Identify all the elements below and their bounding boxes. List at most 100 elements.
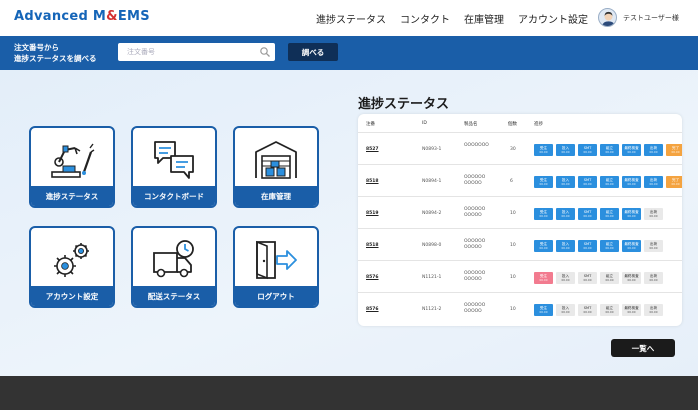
user-name[interactable]: テストユーザー様 [623, 13, 679, 23]
progress-status-title: 進捗ステータス [358, 97, 450, 112]
item-id: N1121-2 [422, 307, 442, 312]
progress-step: 最終検査 00.00 [622, 176, 641, 188]
progress-steps: 受注 00.00 投入 00.00 SMT 00.00 組立 00.00 最終検査 00.00 出荷… [534, 144, 682, 156]
progress-steps: 受注 00.00 投入 00.00 SMT 00.00 組立 00.00 最終検査 00.00 出荷… [534, 304, 663, 316]
order-number-input[interactable] [118, 43, 275, 61]
progress-steps: 受注 00.00 投入 00.00 SMT 00.00 組立 00.00 最終検査 00.00 出荷… [534, 208, 663, 220]
tile-contact-board[interactable]: コンタクトボード [131, 126, 217, 208]
tile-label: 在庫管理 [235, 186, 317, 206]
nav-inventory[interactable]: 在庫管理 [464, 11, 504, 26]
nav-account-settings[interactable]: アカウント設定 [518, 11, 588, 26]
table-row[interactable]: 8576 N1121-2 OOOOOO OOOOO 10 受注 00.00 投入 00.00 S… [358, 292, 682, 324]
tile-label: アカウント設定 [31, 286, 113, 306]
tile-label: ログアウト [235, 286, 317, 306]
progress-step: 組立 00.00 [600, 304, 619, 316]
product-name: OOOOOO OOOOO [464, 207, 486, 218]
item-id: N0898-0 [422, 243, 442, 248]
progress-step: 出荷 00.00 [644, 272, 663, 284]
brand-logo[interactable]: Advanced M&EMS [14, 9, 150, 24]
search-icon[interactable] [259, 46, 271, 58]
progress-steps: 受注 00.00 投入 00.00 SMT 00.00 組立 00.00 最終検査 00.00 出荷… [534, 176, 682, 188]
progress-step: 受注 00.00 [534, 272, 553, 284]
main-nav: 進捗ステータス コンタクト 在庫管理 アカウント設定 [316, 11, 588, 26]
progress-step: 受注 00.00 [534, 304, 553, 316]
progress-step: 投入 00.00 [556, 240, 575, 252]
tile-logout[interactable]: ログアウト [233, 226, 319, 308]
progress-step: SMT 00.00 [578, 304, 597, 316]
progress-step: SMT 00.00 [578, 208, 597, 220]
robot-arm-icon [51, 143, 95, 178]
order-number-link[interactable]: 8576 [366, 275, 379, 280]
progress-step: 最終検査 00.00 [622, 304, 641, 316]
progress-step: 投入 00.00 [556, 144, 575, 156]
view-list-button[interactable]: 一覧へ [611, 339, 675, 357]
site-footer [0, 376, 698, 410]
tile-label: 配送ステータス [133, 286, 215, 306]
progress-step: SMT 00.00 [578, 144, 597, 156]
product-name: OOOOOO OOOOO [464, 303, 486, 314]
tile-account-settings[interactable]: アカウント設定 [29, 226, 115, 308]
quantity: 10 [510, 243, 516, 248]
progress-step: 受注 00.00 [534, 240, 553, 252]
nav-progress-status[interactable]: 進捗ステータス [316, 11, 386, 26]
tile-progress-status[interactable]: 進捗ステータス [29, 126, 115, 208]
item-id: N1121-1 [422, 275, 442, 280]
tile-delivery-status[interactable]: 配送ステータス [131, 226, 217, 308]
quantity: 10 [510, 307, 516, 312]
quantity: 6 [510, 179, 513, 184]
tile-label: コンタクトボード [133, 186, 215, 206]
progress-step: SMT 00.00 [578, 240, 597, 252]
progress-step: 投入 00.00 [556, 272, 575, 284]
product-name: OOOOOO OOOOO [464, 271, 486, 282]
progress-step: 受注 00.00 [534, 144, 553, 156]
progress-step: 投入 00.00 [556, 176, 575, 188]
warehouse-icon [255, 141, 297, 179]
item-id: N0893-1 [422, 147, 442, 152]
table-row[interactable]: 8527 N0893-1 OOOOOOO 30 受注 00.00 投入 00.00 SMT 00.… [358, 132, 682, 164]
quantity: 30 [510, 147, 516, 152]
progress-step: 出荷 00.00 [644, 144, 663, 156]
delivery-truck-icon [153, 240, 194, 278]
progress-steps: 受注 00.00 投入 00.00 SMT 00.00 組立 00.00 最終検査 00.00 出荷… [534, 272, 663, 284]
table-row[interactable]: 8576 N1121-1 OOOOOO OOOOO 10 受注 00.00 投入 00.00 S… [358, 260, 682, 292]
progress-step: 出荷 00.00 [644, 304, 663, 316]
progress-step: 受注 00.00 [534, 176, 553, 188]
progress-step: 最終検査 00.00 [622, 272, 641, 284]
progress-step: 出荷 00.00 [644, 240, 663, 252]
logout-door-icon [256, 240, 297, 280]
progress-step: SMT 00.00 [578, 176, 597, 188]
gears-icon [54, 243, 89, 277]
item-id: N0894-1 [422, 179, 442, 184]
product-name: OOOOOO OOOOO [464, 175, 486, 186]
order-number-link[interactable]: 8518 [366, 179, 379, 184]
quantity: 10 [510, 211, 516, 216]
order-number-link[interactable]: 8519 [366, 211, 379, 216]
quantity: 10 [510, 275, 516, 280]
progress-step: SMT 00.00 [578, 272, 597, 284]
progress-step: 組立 00.00 [600, 208, 619, 220]
progress-status-panel: 注番 ID 製品名 個数 進捗 8527 N0893-1 OOOOOOO 30 受注 00… [358, 114, 682, 326]
site-header: Advanced M&EMS 進捗ステータス コンタクト 在庫管理 アカウント設… [0, 0, 698, 36]
table-row[interactable]: 8518 N0898-0 OOOOOO OOOOO 10 受注 00.00 投入 00.00 S… [358, 228, 682, 260]
progress-step: 組立 00.00 [600, 176, 619, 188]
table-header: 注番 ID 製品名 個数 進捗 [366, 121, 543, 127]
progress-steps: 受注 00.00 投入 00.00 SMT 00.00 組立 00.00 最終検査 00.00 出荷… [534, 240, 663, 252]
nav-contact[interactable]: コンタクト [400, 11, 450, 26]
table-row[interactable]: 8519 N0894-2 OOOOOO OOOOO 10 受注 00.00 投入 00.00 S… [358, 196, 682, 228]
order-number-link[interactable]: 8527 [366, 147, 379, 152]
user-avatar-icon[interactable] [598, 8, 617, 27]
progress-step: 投入 00.00 [556, 208, 575, 220]
progress-step: 組立 00.00 [600, 272, 619, 284]
progress-step: 出荷 00.00 [644, 176, 663, 188]
chat-bubbles-icon [154, 141, 194, 179]
progress-step: 最終検査 00.00 [622, 208, 641, 220]
tile-inventory[interactable]: 在庫管理 [233, 126, 319, 208]
order-number-link[interactable]: 8576 [366, 307, 379, 312]
progress-step: 組立 00.00 [600, 240, 619, 252]
table-row[interactable]: 8518 N0894-1 OOOOOO OOOOO 6 受注 00.00 投入 00.00 SM… [358, 164, 682, 196]
order-number-link[interactable]: 8518 [366, 243, 379, 248]
search-button[interactable]: 調べる [288, 43, 338, 61]
progress-step: 組立 00.00 [600, 144, 619, 156]
search-label: 注文番号から 進捗ステータスを調べる [14, 43, 97, 63]
product-name: OOOOOOO [464, 143, 489, 148]
